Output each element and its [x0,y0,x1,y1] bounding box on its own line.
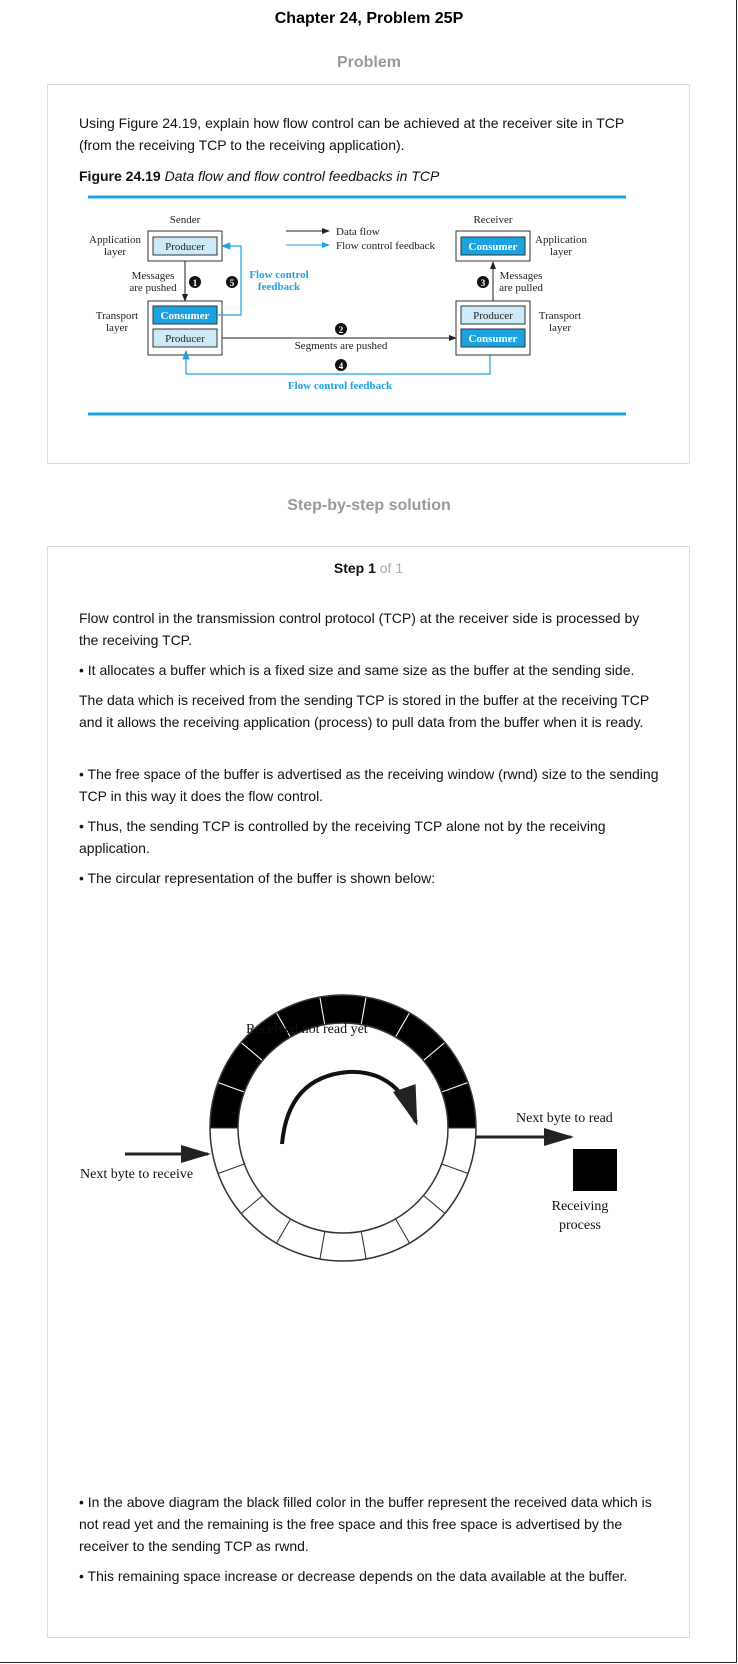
app-layer-right-1: Application [535,234,587,246]
marker-1-label: 1 [193,278,198,288]
transport-layer-left-2: layer [106,322,128,334]
messages-pushed-2: are pushed [129,282,177,294]
flow-control-figure: Sender Application layer Producer Messag… [88,195,626,416]
ring-inner [237,1022,449,1234]
app-layer-left-2: layer [104,246,126,258]
figure-caption: Figure 24.19 Data flow and flow control … [79,165,659,187]
marker-2-label: 2 [339,325,344,335]
buffer-segment-empty [319,1230,367,1262]
legend-data-flow: Data flow [336,226,380,238]
circular-buffer-figure: Received not read yet Next byte to read … [80,994,617,1262]
buffer-segment-filled [319,994,367,1026]
receiving-process-box [573,1149,617,1191]
transport-layer-left-1: Transport [96,310,138,322]
segments-pushed: Segments are pushed [295,340,388,352]
messages-pushed-1: Messages [132,270,175,282]
receiver-consumer-top-label: Consumer [469,241,518,253]
transport-layer-right-1: Transport [539,310,581,322]
solution-paragraph: • This remaining space increase or decre… [79,1568,628,1584]
problem-text: Using Figure 24.19, explain how flow con… [79,115,625,153]
solution-paragraph: • In the above diagram the black filled … [79,1494,652,1554]
receiving-process-label-1: Receiving [552,1199,609,1214]
problem-card: Using Figure 24.19, explain how flow con… [47,84,690,464]
solution-card: Step 1 of 1 Flow control in the transmis… [47,546,690,1638]
flow-control-feedback-top-1: Flow control [249,269,308,281]
sender-label: Sender [170,214,201,226]
receiver-consumer-bottom-label: Consumer [469,333,518,345]
next-byte-to-read-label: Next byte to read [516,1111,613,1126]
sender-consumer-label: Consumer [161,310,210,322]
receiving-process-label-2: process [559,1218,601,1233]
chapter-title: Chapter 24, Problem 25P [274,10,464,27]
app-layer-right-2: layer [550,246,572,258]
messages-pulled-2: are pulled [499,282,543,294]
sender-producer-bottom-label: Producer [165,333,205,345]
figure-caption-text: Data flow and flow control feedbacks in … [164,168,440,184]
marker-4-label: 4 [339,361,344,371]
flow-control-feedback-top-2: feedback [258,281,301,293]
marker-3-label: 3 [481,278,486,288]
received-not-read-label: Received not read yet [246,1022,368,1037]
marker-5-label: 5 [230,278,235,288]
figure-number: Figure 24.19 [79,168,161,184]
next-byte-to-receive-label: Next byte to receive [80,1167,193,1182]
solution-heading: Step-by-step solution [287,497,451,514]
problem-heading: Problem [336,54,401,71]
app-layer-left-1: Application [89,234,141,246]
receiver-producer-label: Producer [473,310,513,322]
messages-pulled-1: Messages [500,270,543,282]
receiver-label: Receiver [473,214,512,226]
flow-control-feedback-bottom: Flow control feedback [288,380,393,392]
transport-layer-right-2: layer [549,322,571,334]
legend-feedback: Flow control feedback [336,240,435,252]
sender-producer-top-label: Producer [165,241,205,253]
